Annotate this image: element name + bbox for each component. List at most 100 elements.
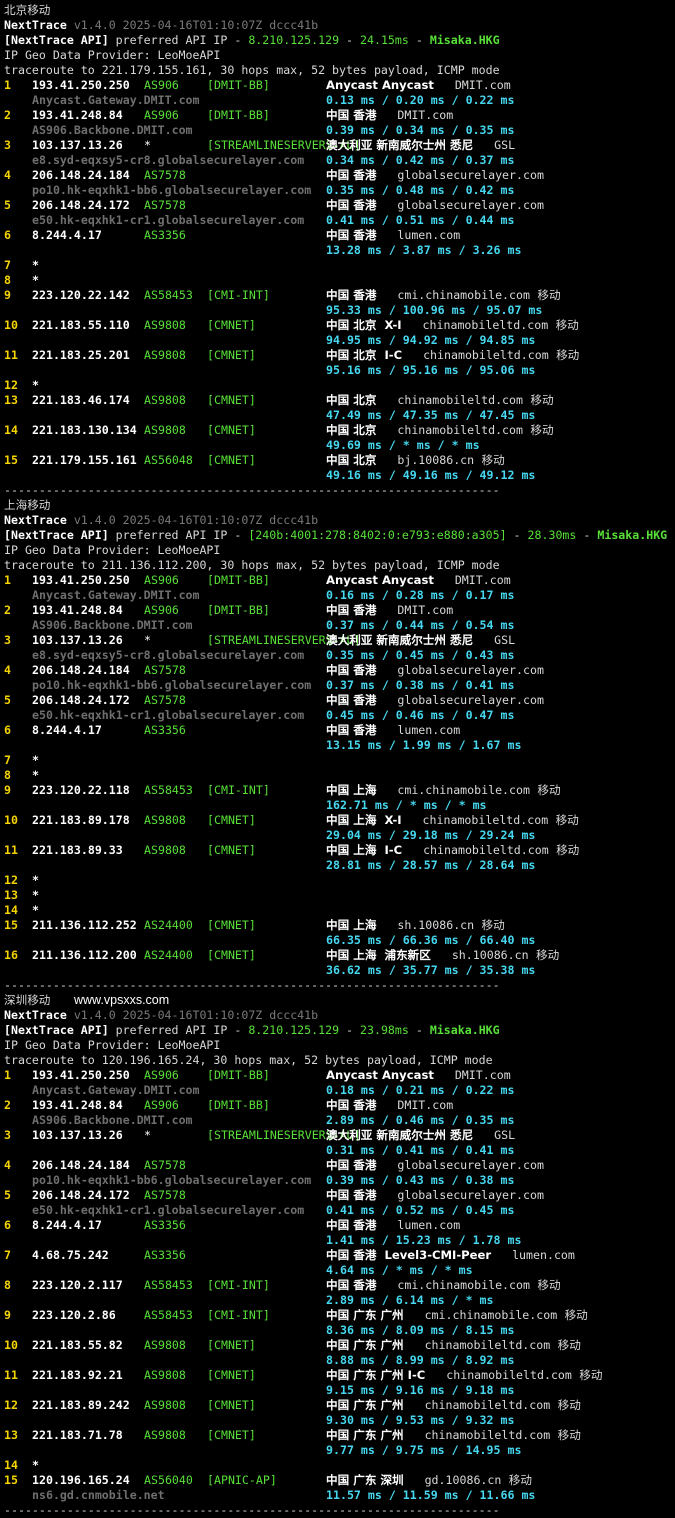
app-name: NextTrace (4, 513, 74, 527)
hop-row: 16 211.136.112.200 AS24400 [CMNET] 中国 上海 浦东新… (4, 948, 675, 963)
hop-latency: 2.89 ms / 6.14 ms / * ms (326, 1293, 494, 1307)
hop-number: 14 (4, 423, 18, 437)
hop-asn: AS3356 (144, 723, 186, 737)
hop-asn: AS9808 (144, 318, 186, 332)
api-sep: - (408, 33, 430, 47)
section-separator: ----------------------------------------… (4, 978, 500, 992)
hop-tag: [CMNET] (207, 393, 256, 407)
hop-geo: 中国 香港 (326, 1278, 377, 1292)
hop-domain: cmi.chinamobile.com (376, 783, 530, 797)
hop-geo: Anycast Anycast (326, 573, 434, 587)
hop-domain: lumen.com (491, 1248, 575, 1262)
hop-ip: 193.41.250.250 (32, 573, 130, 587)
hop-row: 2 193.41.248.84 AS906 [DMIT-BB] 中国 香港 DMIT.c… (4, 1098, 675, 1113)
hop-latency: 0.34 ms / 0.42 ms / 0.37 ms (326, 153, 515, 167)
hop-ip: 221.183.55.110 (32, 318, 130, 332)
hop-ip: 206.148.24.184 (32, 1158, 130, 1172)
api-ip: 8.210.125.129 (248, 33, 340, 47)
hop-asn: AS7578 (144, 168, 186, 182)
hop-number: 11 (4, 348, 18, 362)
hop-detail-row: e50.hk-eqxhk1-cr1.globalsecurelayer.com 0… (4, 213, 675, 228)
hop-tag: [APNIC-AP] (207, 1473, 277, 1487)
hop-ip: * (32, 378, 39, 392)
separator-line: ----------------------------------------… (4, 483, 675, 498)
terminal-output: 北京移动 NextTrace v1.4.0 2025-04-16T01:10:07… (0, 0, 675, 1518)
hop-row: 7 4.68.75.242 AS3356 中国 香港 Level3-CMI-Peer … (4, 1248, 675, 1263)
hop-asn: AS7578 (144, 198, 186, 212)
hop-isp: 移动 (523, 393, 554, 407)
hop-ip: 221.183.25.201 (32, 348, 130, 362)
hop-tag: [CMI-INT] (207, 288, 270, 302)
hop-domain: DMIT.com (433, 78, 511, 92)
hop-row: 11 221.183.25.201 AS9808 [CMNET] 中国 北京 I-C c… (4, 348, 675, 363)
hop-tag: [CMI-INT] (207, 1308, 270, 1322)
hop-asn: AS906 (144, 573, 179, 587)
api-sep: - (576, 528, 598, 542)
hop-hostname: po10.hk-eqxhk1-bb6.globalsecurelayer.com (32, 183, 312, 197)
hop-number: 5 (4, 198, 11, 212)
hop-number: 8 (4, 273, 11, 287)
section-title: 上海移动 (4, 498, 51, 512)
hop-latency: 9.77 ms / 9.75 ms / 14.95 ms (326, 1443, 522, 1457)
version-text: v1.4.0 2025-04-16T01:10:07Z dccc41b (73, 1008, 319, 1022)
hop-geo: 中国 上海 浦东新区 (326, 948, 431, 962)
hop-isp: 移动 (557, 1308, 588, 1322)
hop-domain: chinamobileltd.com (403, 1398, 551, 1412)
hop-number: 15 (4, 1473, 18, 1487)
hop-geo: 中国 上海 (326, 918, 377, 932)
traceroute-line: traceroute to 120.196.165.24, 30 hops ma… (4, 1053, 675, 1068)
hop-number: 11 (4, 843, 18, 857)
hop-asn: AS7578 (144, 663, 186, 677)
hop-domain: globalsecurelayer.com (376, 693, 544, 707)
hop-geo: 中国 香港 (326, 168, 377, 182)
hop-asn: AS906 (144, 78, 179, 92)
api-latency: 23.98ms (360, 1023, 409, 1037)
hop-ip: 206.148.24.184 (32, 663, 130, 677)
hop-row: 15 120.196.165.24 AS56040 [APNIC-AP] 中国 广东 深… (4, 1473, 675, 1488)
hop-asn: AS906 (144, 603, 179, 617)
hop-detail-row: 9.30 ms / 9.53 ms / 9.32 ms (4, 1413, 675, 1428)
hop-geo: 中国 香港 (326, 603, 377, 617)
hop-latency: 49.16 ms / 49.16 ms / 49.12 ms (326, 468, 536, 482)
hop-tag: [DMIT-BB] (207, 1098, 270, 1112)
hop-number: 9 (4, 1308, 11, 1322)
hop-ip: 103.137.13.26 (32, 633, 123, 647)
hop-number: 3 (4, 633, 11, 647)
hop-detail-row: 13.28 ms / 3.87 ms / 3.26 ms (4, 243, 675, 258)
hop-domain: GSL (473, 138, 516, 152)
hop-row: 10 221.183.89.178 AS9808 [CMNET] 中国 上海 X-I c… (4, 813, 675, 828)
hop-asn: AS9808 (144, 1398, 186, 1412)
hop-number: 10 (4, 1338, 18, 1352)
hop-detail-row: 162.71 ms / * ms / * ms (4, 798, 675, 813)
hop-row: 13 221.183.71.78 AS9808 [CMNET] 中国 广东 广州 chi… (4, 1428, 675, 1443)
hop-ip: 223.120.22.142 (32, 288, 130, 302)
hop-ip: 223.120.2.86 (32, 1308, 116, 1322)
hop-asn: AS56040 (144, 1473, 193, 1487)
section-title: 北京移动 (4, 3, 51, 17)
hop-domain: lumen.com (376, 228, 461, 242)
hop-row: 4 206.148.24.184 AS7578 中国 香港 globalsecurel… (4, 663, 675, 678)
hop-number: 3 (4, 138, 11, 152)
hop-latency: 95.16 ms / 95.16 ms / 95.06 ms (326, 363, 536, 377)
hop-row: 8 * (4, 273, 675, 288)
hop-asn: AS906 (144, 1068, 179, 1082)
provider-line: IP Geo Data Provider: LeoMoeAPI (4, 543, 675, 558)
hop-ip: 120.196.165.24 (32, 1473, 130, 1487)
hop-asn: AS3356 (144, 1218, 186, 1232)
hop-hostname: Anycast.Gateway.DMIT.com (32, 1083, 200, 1097)
hop-geo: 澳大利亚 新南威尔士州 悉尼 (326, 138, 474, 152)
hop-isp: 移动 (474, 453, 505, 467)
hop-ip: 221.183.89.33 (32, 843, 123, 857)
hop-number: 6 (4, 228, 11, 242)
hop-row: 11 221.183.92.21 AS9808 [CMNET] 中国 广东 广州 I-C… (4, 1368, 675, 1383)
hop-tag: [CMNET] (207, 318, 256, 332)
hop-number: 12 (4, 873, 18, 887)
hop-isp: 移动 (474, 918, 505, 932)
hop-geo: Anycast Anycast (326, 78, 434, 92)
hop-asn: * (144, 1128, 151, 1142)
hop-number: 6 (4, 1218, 11, 1232)
hop-row: 8 * (4, 768, 675, 783)
website-watermark: www.vpsxxs.com (74, 993, 170, 1007)
hop-geo: 中国 香港 (326, 198, 377, 212)
hop-number: 2 (4, 603, 11, 617)
